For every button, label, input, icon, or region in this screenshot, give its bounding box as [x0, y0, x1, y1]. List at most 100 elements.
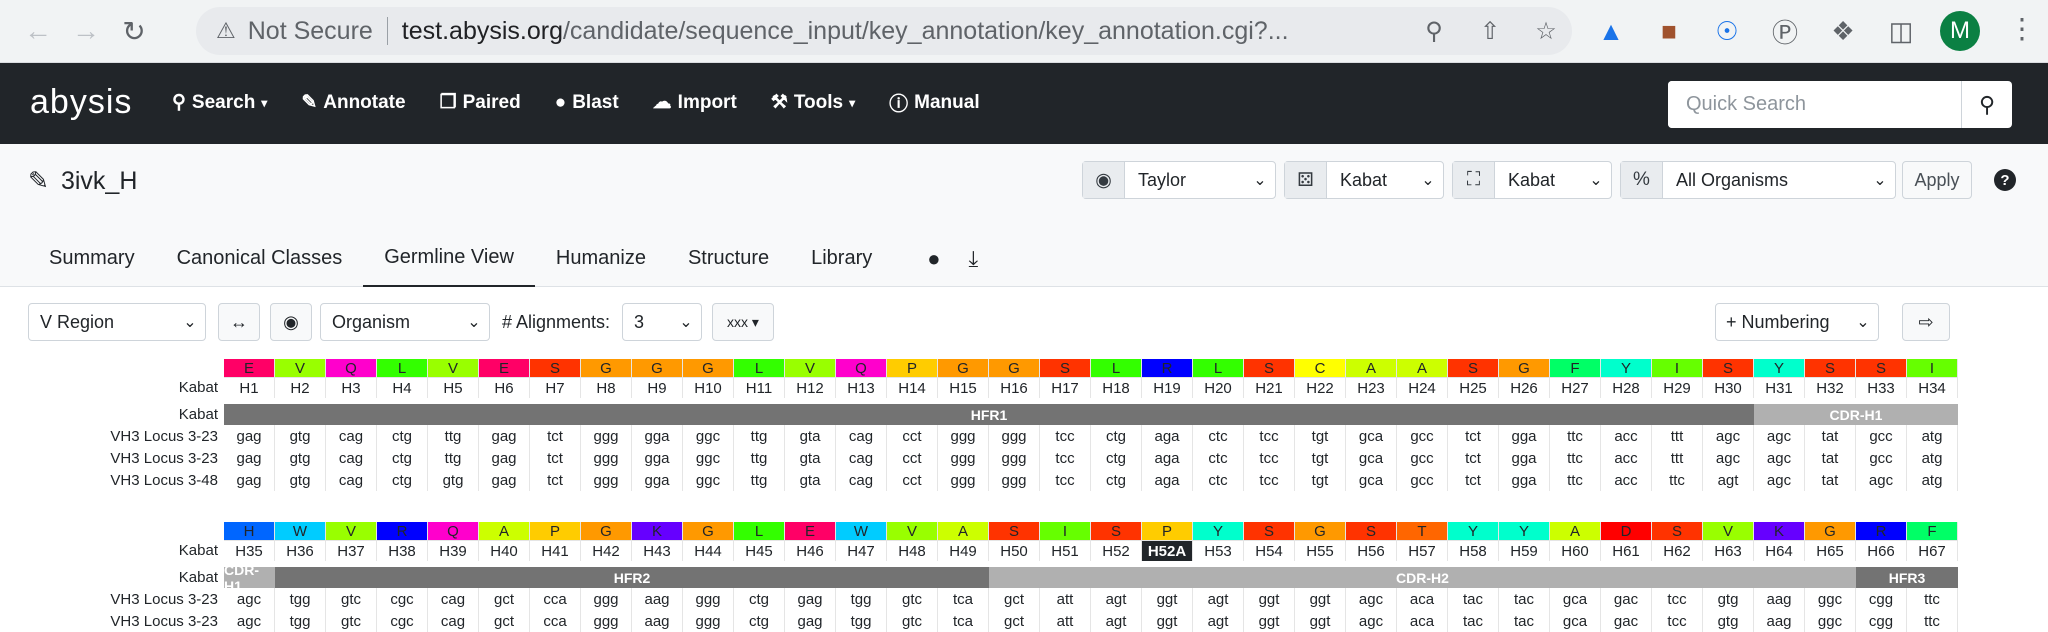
pinterest-icon[interactable]: Ⓟ	[1764, 10, 1806, 52]
residue-cell[interactable]: S	[1244, 359, 1295, 377]
residue-cell[interactable]: S	[1346, 522, 1397, 540]
residue-cell[interactable]: Y	[1601, 359, 1652, 377]
kabat-number-cell[interactable]: H39	[428, 540, 479, 561]
residue-cell[interactable]: V	[326, 522, 377, 540]
residue-cell[interactable]: G	[683, 522, 734, 540]
apply-button[interactable]: Apply	[1902, 161, 1972, 199]
residue-cell[interactable]: G	[989, 359, 1040, 377]
residue-cell[interactable]: E	[785, 522, 836, 540]
residue-cell[interactable]: R	[377, 522, 428, 540]
residue-cell[interactable]: G	[1295, 522, 1346, 540]
residue-cell[interactable]: Q	[836, 359, 887, 377]
kabat-number-cell[interactable]: H54	[1244, 540, 1295, 561]
kabat-number-cell[interactable]: H41	[530, 540, 581, 561]
kabat-number-cell[interactable]: H43	[632, 540, 683, 561]
kabat-number-cell[interactable]: H61	[1601, 540, 1652, 561]
logo[interactable]: abysis	[30, 83, 132, 122]
kabat-number-cell[interactable]: H18	[1091, 377, 1142, 398]
residue-cell[interactable]: V	[785, 359, 836, 377]
kabat-number-cell[interactable]: H63	[1703, 540, 1754, 561]
pencil-icon[interactable]: ✎	[28, 166, 49, 196]
kabat-number-cell[interactable]: H62	[1652, 540, 1703, 561]
residue-cell[interactable]: K	[1754, 522, 1805, 540]
forward-icon[interactable]: →	[66, 11, 106, 51]
kabat-number-cell[interactable]: H46	[785, 540, 836, 561]
kabat-number-cell[interactable]: H4	[377, 377, 428, 398]
kabat-number-cell[interactable]: H13	[836, 377, 887, 398]
residue-cell[interactable]: S	[1856, 359, 1907, 377]
kabat-number-cell[interactable]: H27	[1550, 377, 1601, 398]
residue-cell[interactable]: L	[1091, 359, 1142, 377]
kabat-number-cell[interactable]: H37	[326, 540, 377, 561]
kabat-number-cell[interactable]: H32	[1805, 377, 1856, 398]
germline-name[interactable]: VH3 Locus 3-23	[28, 613, 224, 630]
residue-cell[interactable]: I	[1652, 359, 1703, 377]
color-scheme-select[interactable]: ◉ Taylor ⌄	[1082, 161, 1276, 199]
sidebar-icon[interactable]: ◫	[1880, 10, 1922, 52]
kabat-number-cell[interactable]: H26	[1499, 377, 1550, 398]
kabat-number-cell[interactable]: H42	[581, 540, 632, 561]
residue-cell[interactable]: A	[938, 522, 989, 540]
kabat-number-cell[interactable]: H14	[887, 377, 938, 398]
display-options-button[interactable]: xxx ▾	[712, 303, 774, 341]
residue-cell[interactable]: Y	[1193, 522, 1244, 540]
kabat-number-cell[interactable]: H64	[1754, 540, 1805, 561]
kabat-number-cell[interactable]: H55	[1295, 540, 1346, 561]
organism-filter-select[interactable]: Organism ⌄	[320, 303, 490, 341]
residue-cell[interactable]: E	[479, 359, 530, 377]
residue-cell[interactable]: G	[938, 359, 989, 377]
residue-cell[interactable]: S	[1448, 359, 1499, 377]
extension-icon[interactable]: ■	[1648, 10, 1690, 52]
residue-cell[interactable]: S	[1040, 359, 1091, 377]
kabat-number-cell[interactable]: H30	[1703, 377, 1754, 398]
region-scheme-select[interactable]: ⛶ Kabat ⌄	[1452, 161, 1612, 199]
tab-humanize[interactable]: Humanize	[535, 230, 667, 287]
residue-cell[interactable]: D	[1601, 522, 1652, 540]
residue-cell[interactable]: C	[1295, 359, 1346, 377]
kabat-number-cell[interactable]: H52A	[1142, 540, 1193, 561]
kabat-number-cell[interactable]: H53	[1193, 540, 1244, 561]
kabat-number-cell[interactable]: H20	[1193, 377, 1244, 398]
residue-cell[interactable]: L	[377, 359, 428, 377]
tab-library[interactable]: Library	[790, 230, 893, 287]
download-icon[interactable]: ⤓	[955, 230, 993, 287]
kabat-number-cell[interactable]: H25	[1448, 377, 1499, 398]
residue-cell[interactable]: Q	[428, 522, 479, 540]
residue-cell[interactable]: G	[632, 359, 683, 377]
residue-cell[interactable]: K	[632, 522, 683, 540]
residue-cell[interactable]: S	[989, 522, 1040, 540]
residue-cell[interactable]: S	[530, 359, 581, 377]
kabat-number-cell[interactable]: H52	[1091, 540, 1142, 561]
alignments-select[interactable]: 3 ⌄	[622, 303, 702, 341]
residue-cell[interactable]: R	[1142, 359, 1193, 377]
menu-item-annotate[interactable]: ✎ Annotate	[301, 89, 405, 116]
kabat-number-cell[interactable]: H7	[530, 377, 581, 398]
address-bar[interactable]: ⚠ Not Secure test.abysis.org/candidate/s…	[196, 7, 1572, 55]
target-button[interactable]: ◉	[270, 303, 312, 341]
kabat-number-cell[interactable]: H15	[938, 377, 989, 398]
residue-cell[interactable]: Y	[1754, 359, 1805, 377]
search-button[interactable]: ⚲	[1961, 81, 2012, 128]
kabat-number-cell[interactable]: H45	[734, 540, 785, 561]
residue-cell[interactable]: F	[1550, 359, 1601, 377]
kabat-number-cell[interactable]: H57	[1397, 540, 1448, 561]
residue-cell[interactable]: S	[1652, 522, 1703, 540]
menu-item-paired[interactable]: ❐ Paired	[440, 89, 521, 116]
kabat-number-cell[interactable]: H6	[479, 377, 530, 398]
residue-cell[interactable]: T	[1397, 522, 1448, 540]
residue-cell[interactable]: S	[1091, 522, 1142, 540]
bookmark-star-icon[interactable]: ☆	[1528, 13, 1564, 49]
tab-germline-view[interactable]: Germline View	[363, 230, 535, 287]
residue-cell[interactable]: A	[1397, 359, 1448, 377]
kabat-number-cell[interactable]: H5	[428, 377, 479, 398]
numbering-scheme-select[interactable]: ⚄ Kabat ⌄	[1284, 161, 1444, 199]
kabat-number-cell[interactable]: H17	[1040, 377, 1091, 398]
kabat-number-cell[interactable]: H58	[1448, 540, 1499, 561]
residue-cell[interactable]: Y	[1448, 522, 1499, 540]
drive-extension-icon[interactable]: ▲	[1590, 10, 1632, 52]
kabat-number-cell[interactable]: H35	[224, 540, 275, 561]
residue-cell[interactable]: V	[1703, 522, 1754, 540]
kabat-number-cell[interactable]: H31	[1754, 377, 1805, 398]
kabat-number-cell[interactable]: H49	[938, 540, 989, 561]
kabat-number-cell[interactable]: H8	[581, 377, 632, 398]
